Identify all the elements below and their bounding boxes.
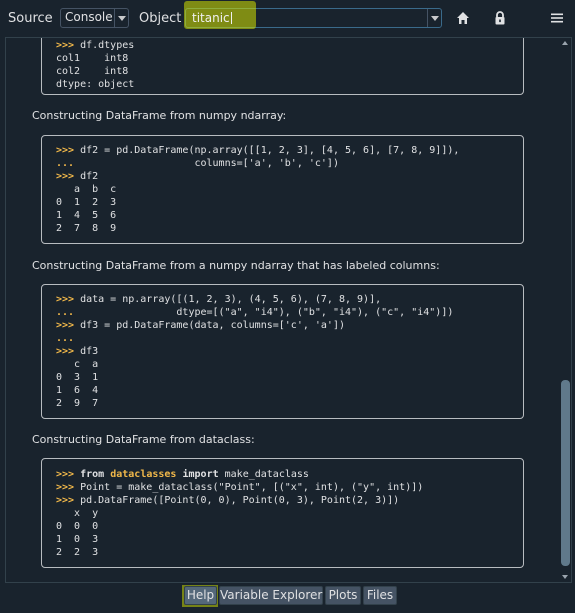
object-input[interactable]: titanic <box>192 11 232 25</box>
tab-files[interactable]: Files <box>363 586 397 605</box>
source-combobox[interactable]: Console <box>60 8 129 28</box>
code-keyword: import <box>182 469 219 480</box>
code-line: >>> df3 <box>56 346 99 357</box>
code-block-dtypes: >>> df.dtypes col1 int8 col2 int8 dtype:… <box>41 38 524 95</box>
object-combobox[interactable]: titanic <box>184 1 442 29</box>
chevron-down-icon[interactable] <box>427 9 441 27</box>
code-block-dataclass: >>> from dataclasses import make_datacla… <box>41 458 524 568</box>
code-line: >>> df2 = pd.DataFrame(np.array([[1, 2, … <box>56 145 460 156</box>
code-line: 0 3 1 <box>56 372 99 383</box>
home-icon[interactable] <box>455 10 471 26</box>
code-block-labeled: >>> data = np.array([(1, 2, 3), (4, 5, 6… <box>41 284 524 419</box>
code-block-ndarray: >>> df2 = pd.DataFrame(np.array([[1, 2, … <box>41 135 524 244</box>
code-prompt: >>> <box>56 495 75 506</box>
chevron-down-icon[interactable] <box>114 9 128 27</box>
code-line: col2 int8 <box>56 66 129 77</box>
code-line: 2 2 3 <box>56 547 99 558</box>
text-cursor <box>230 12 232 24</box>
code-line: >>> df.dtypes <box>56 40 135 51</box>
code-text-ndarray: >>> df2 = pd.DataFrame(np.array([[1, 2, … <box>56 144 459 235</box>
code-line: a b c <box>56 184 117 195</box>
code-line: 1 4 5 6 <box>56 210 117 221</box>
tab-variable-explorer[interactable]: Variable Explorer <box>219 586 323 605</box>
code-line: ... dtype=[("a", "i4"), ("b", "i4"), ("c… <box>56 307 454 318</box>
code-line: dtype: object <box>56 79 135 90</box>
code-line: col1 int8 <box>56 53 129 64</box>
code-line: 0 1 2 3 <box>56 197 117 208</box>
help-toolbar: Source Console Object titanic <box>0 0 575 36</box>
code-line: 1 6 4 <box>56 385 99 396</box>
code-line: ... columns=['a', 'b', 'c']) <box>56 158 339 169</box>
code-line: 2 9 7 <box>56 398 99 409</box>
code-prompt: >>> <box>56 145 75 156</box>
code-prompt: >>> <box>56 294 75 305</box>
hamburger-menu-icon[interactable] <box>549 10 565 26</box>
help-content-pane[interactable]: >>> df.dtypes col1 int8 col2 int8 dtype:… <box>5 37 572 583</box>
paragraph-dataclass: Constructing DataFrame from dataclass: <box>32 433 255 446</box>
tab-plots[interactable]: Plots <box>325 586 361 605</box>
lock-icon[interactable] <box>492 10 508 26</box>
code-prompt: ... <box>56 307 75 318</box>
code-line: >>> Point = make_dataclass("Point", [("x… <box>56 482 424 493</box>
code-text-labeled: >>> data = np.array([(1, 2, 3), (4, 5, 6… <box>56 293 453 410</box>
scroll-up-arrow-icon[interactable] <box>562 41 568 45</box>
code-line: >>> pd.DataFrame([Point(0, 0), Point(0, … <box>56 495 400 506</box>
code-line: c a <box>56 359 99 370</box>
code-line: >>> df3 = pd.DataFrame(data, columns=['c… <box>56 320 345 331</box>
help-window: Source Console Object titanic >>> df.dty… <box>0 0 575 613</box>
tab-help[interactable]: Help <box>184 586 217 605</box>
scroll-down-arrow-icon[interactable] <box>562 575 568 579</box>
code-keyword: from <box>80 469 105 480</box>
code-line: 2 7 8 9 <box>56 223 117 234</box>
code-line: x y <box>56 508 99 519</box>
code-line: 1 0 3 <box>56 534 99 545</box>
code-text-dtypes: >>> df.dtypes col1 int8 col2 int8 dtype:… <box>56 39 134 91</box>
paragraph-labeled-columns: Constructing DataFrame from a numpy ndar… <box>32 259 440 272</box>
code-prompt: >>> <box>56 469 75 480</box>
source-label: Source <box>8 11 53 26</box>
code-prompt: >>> <box>56 346 75 357</box>
code-line: >>> df2 <box>56 171 99 182</box>
dock-tab-bar: Help Variable Explorer Plots Files <box>0 585 575 607</box>
code-line: >>> from dataclasses import make_datacla… <box>56 469 309 480</box>
code-text-dataclass: >>> from dataclasses import make_datacla… <box>56 468 423 559</box>
help-document: >>> df.dtypes col1 int8 col2 int8 dtype:… <box>6 38 561 582</box>
code-line: 0 0 0 <box>56 521 99 532</box>
code-prompt: ... <box>56 158 75 169</box>
code-prompt: >>> <box>56 171 75 182</box>
code-line: ... <box>56 333 74 344</box>
object-input-text: titanic <box>192 11 230 25</box>
source-combobox-value: Console <box>65 10 113 24</box>
code-prompt: ... <box>56 333 75 344</box>
paragraph-ndarray: Constructing DataFrame from numpy ndarra… <box>32 109 287 122</box>
code-prompt: >>> <box>56 482 75 493</box>
object-label: Object <box>139 11 182 26</box>
vertical-scrollbar[interactable] <box>560 38 571 582</box>
code-prompt: >>> <box>56 40 75 51</box>
code-module: dataclasses <box>110 469 177 480</box>
code-line: >>> data = np.array([(1, 2, 3), (4, 5, 6… <box>56 294 382 305</box>
code-prompt: >>> <box>56 320 75 331</box>
scrollbar-thumb[interactable] <box>561 380 570 566</box>
